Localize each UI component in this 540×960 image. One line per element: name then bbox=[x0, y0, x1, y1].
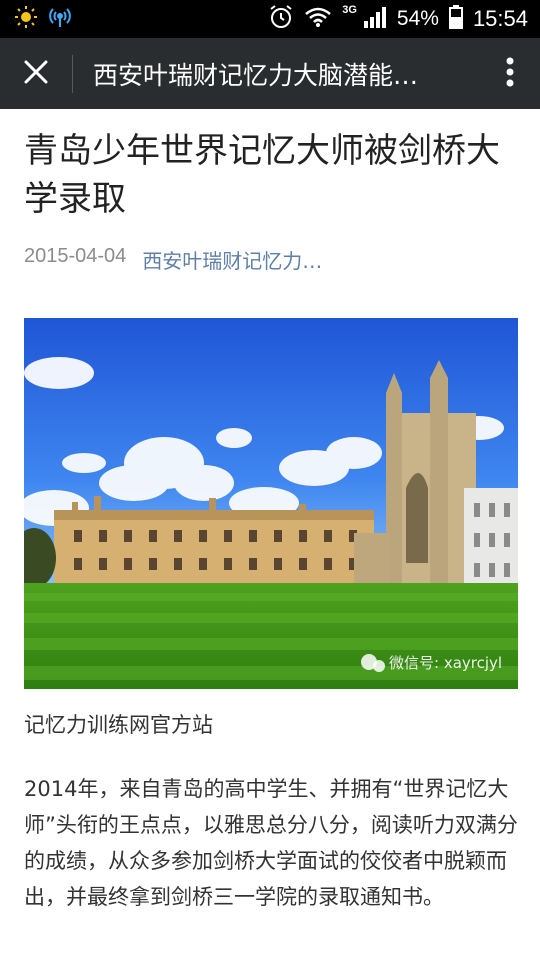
source-link[interactable]: 西安叶瑞财记忆力… bbox=[142, 245, 322, 274]
hero-image[interactable]: 微信号: xayrcjyl bbox=[24, 318, 518, 689]
article-title: 青岛少年世界记忆大师被剑桥大学录取 bbox=[24, 131, 500, 219]
signal-icon bbox=[363, 6, 387, 32]
publish-date: 2015-04-04 bbox=[24, 245, 127, 267]
article-paragraph: 2014年，来自青岛的高中学生、并拥有“世界记忆大师”头衔的王点点，以雅思总分八… bbox=[24, 777, 518, 909]
status-bar: 3G 54% 15:54 bbox=[0, 0, 540, 38]
alarm-icon bbox=[268, 4, 294, 34]
article-meta: 2015-04-04 西安叶瑞财记忆力… bbox=[24, 245, 518, 274]
article: 青岛少年世界记忆大师被剑桥大学录取 2015-04-04 西安叶瑞财记忆力… 微… bbox=[24, 109, 518, 915]
battery-percent: 54% bbox=[396, 7, 439, 30]
close-button[interactable] bbox=[0, 38, 72, 109]
battery-icon bbox=[448, 5, 463, 33]
image-watermark: 微信号: xayrcjyl bbox=[389, 654, 502, 672]
image-caption: 记忆力训练网官方站 bbox=[24, 713, 213, 737]
network-type: 3G bbox=[342, 4, 357, 16]
clock: 15:54 bbox=[472, 6, 528, 31]
more-vertical-icon bbox=[506, 57, 514, 91]
close-icon bbox=[23, 59, 49, 89]
app-bar: 西安叶瑞财记忆力大脑潜能… bbox=[0, 38, 540, 109]
hotspot-icon bbox=[48, 5, 72, 33]
more-button[interactable] bbox=[480, 38, 540, 109]
cambridge-campus-image: 微信号: xayrcjyl bbox=[24, 318, 518, 689]
wifi-icon bbox=[304, 6, 332, 32]
sun-icon bbox=[14, 5, 38, 33]
page-title: 西安叶瑞财记忆力大脑潜能… bbox=[93, 60, 419, 90]
